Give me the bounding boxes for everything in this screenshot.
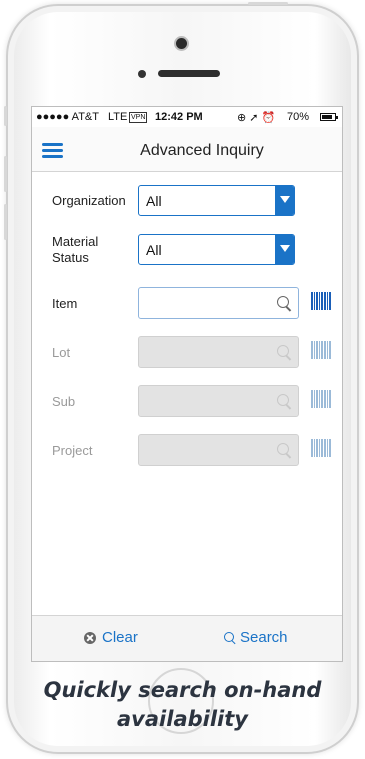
search-icon: [277, 394, 289, 406]
action-footer: Clear Search: [32, 615, 342, 661]
hamburger-menu-icon[interactable]: [42, 143, 63, 158]
app-header: Advanced Inquiry: [32, 127, 342, 172]
clear-button[interactable]: Clear: [84, 629, 138, 646]
search-icon: [224, 631, 234, 642]
network-label: LTE: [108, 111, 128, 123]
caption-line2: availability: [117, 707, 248, 731]
material-status-label-line2: Status: [52, 250, 89, 265]
material-status-select[interactable]: All: [138, 234, 295, 265]
volume-down-button: [4, 204, 7, 240]
status-indicators: ⊕ ➚ ⏰: [237, 112, 276, 124]
item-input[interactable]: [138, 287, 299, 319]
organization-select[interactable]: All: [138, 185, 295, 216]
status-time: 12:42 PM: [155, 111, 203, 123]
organization-value: All: [146, 193, 162, 209]
phone-screen: ●●●●● AT&T LTE VPN 12:42 PM ⊕ ➚ ⏰ 70% Ad…: [31, 106, 343, 662]
material-status-label: Material Status: [52, 234, 98, 266]
battery-percent: 70%: [287, 111, 310, 123]
page-title: Advanced Inquiry: [140, 142, 264, 159]
search-icon[interactable]: [277, 296, 289, 308]
organization-label: Organization: [52, 193, 126, 208]
power-button: [248, 2, 288, 5]
search-button-label: Search: [240, 629, 288, 646]
barcode-scan-icon: [311, 390, 331, 408]
barcode-scan-icon: [311, 439, 331, 457]
barcode-scan-icon[interactable]: [311, 292, 331, 310]
vpn-badge: VPN: [129, 112, 148, 123]
front-camera: [176, 38, 187, 49]
battery-icon: [320, 113, 338, 121]
lot-label: Lot: [52, 345, 71, 360]
clear-button-label: Clear: [102, 629, 138, 646]
status-bar: ●●●●● AT&T LTE VPN 12:42 PM ⊕ ➚ ⏰ 70%: [32, 107, 342, 127]
project-input: [138, 434, 299, 466]
mute-switch: [4, 106, 7, 126]
dropdown-arrow-icon[interactable]: [275, 186, 294, 215]
material-status-value: All: [146, 242, 162, 258]
item-label: Item: [52, 296, 78, 311]
lot-input: [138, 336, 299, 368]
volume-up-button: [4, 156, 7, 192]
proximity-sensor: [138, 70, 146, 78]
carrier-label: ●●●●● AT&T: [36, 111, 99, 123]
material-status-label-line1: Material: [52, 234, 99, 249]
project-label: Project: [52, 443, 93, 458]
search-icon: [277, 345, 289, 357]
promo-caption: Quickly search on-hand availability: [0, 676, 365, 734]
search-button[interactable]: Search: [224, 629, 288, 646]
earpiece-speaker: [158, 70, 220, 77]
dropdown-arrow-icon[interactable]: [275, 235, 294, 264]
caption-line1: Quickly search on-hand: [43, 678, 322, 702]
clear-icon: [84, 631, 96, 644]
search-icon: [277, 443, 289, 455]
sub-label: Sub: [52, 394, 76, 409]
sub-input: [138, 385, 299, 417]
barcode-scan-icon: [311, 341, 331, 359]
